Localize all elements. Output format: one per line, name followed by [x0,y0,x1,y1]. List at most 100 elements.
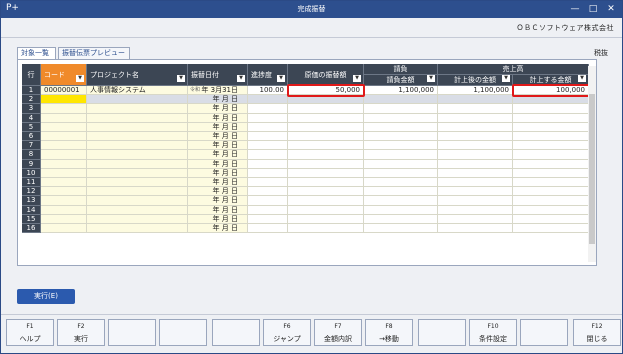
cell-progress[interactable] [248,159,288,169]
cell-project[interactable] [87,214,188,224]
cell-project[interactable] [87,205,188,215]
header-cost-transfer[interactable]: 原価の振替額 ▼ [288,64,364,86]
cell-cost[interactable] [288,159,364,169]
cell-to_post[interactable] [513,159,589,169]
cell-posted[interactable] [438,224,513,234]
cell-progress[interactable] [248,178,288,188]
dropdown-icon[interactable]: ▼ [177,75,185,82]
fkey-empty[interactable] [159,319,207,346]
cell-posted[interactable] [438,132,513,142]
cell-to_post[interactable] [513,214,589,224]
cell-code[interactable] [41,159,87,169]
cell-project[interactable] [87,141,188,151]
cell-contract[interactable] [364,196,438,206]
cell-to_post[interactable] [513,113,589,123]
cell-contract[interactable] [364,168,438,178]
cell-posted[interactable] [438,168,513,178]
fkey-f2[interactable]: F2 実行 [57,319,105,346]
cell-project[interactable] [87,178,188,188]
cell-date[interactable]: 年 月 日 [188,178,248,188]
cell-code[interactable] [41,178,87,188]
cell-cost[interactable] [288,113,364,123]
cell-project[interactable] [87,104,188,114]
cell-progress[interactable] [248,224,288,234]
cell-cost[interactable] [288,214,364,224]
cell-progress[interactable] [248,132,288,142]
cell-code[interactable] [41,187,87,197]
cell-project[interactable] [87,150,188,160]
cell-cost[interactable] [288,196,364,206]
cell-code[interactable] [41,205,87,215]
cell-contract[interactable] [364,122,438,132]
cell-to_post[interactable] [513,104,589,114]
cell-to_post[interactable] [513,187,589,197]
cell-code[interactable] [41,150,87,160]
cell-contract[interactable] [364,132,438,142]
cell-contract[interactable] [364,104,438,114]
cell-project[interactable] [87,159,188,169]
cell-to_post[interactable] [513,205,589,215]
cell-contract[interactable] [364,159,438,169]
cell-cost[interactable] [288,141,364,151]
cell-to_post[interactable] [513,168,589,178]
header-progress[interactable]: 進捗度 ▼ [248,64,288,86]
tab-target-list[interactable]: 対象一覧 [17,47,56,59]
cell-progress[interactable] [248,141,288,151]
cell-progress[interactable] [248,104,288,114]
cell-date[interactable]: 年 月 日 [188,122,248,132]
tab-voucher-preview[interactable]: 振替伝票プレビュー [58,47,130,59]
dropdown-icon[interactable]: ▼ [76,75,84,82]
cell-progress[interactable] [248,113,288,123]
cell-date[interactable]: 年 月 日 [188,196,248,206]
cell-cost[interactable] [288,168,364,178]
header-transfer-date[interactable]: 振替日付 ▼ [188,64,248,86]
cell-code[interactable] [41,113,87,123]
cell-code[interactable] [41,95,87,105]
cell-project[interactable] [87,95,188,105]
cell-code[interactable] [41,132,87,142]
cell-to_post[interactable] [513,224,589,234]
cell-contract[interactable] [364,224,438,234]
cell-date[interactable]: 年 月 日 [188,113,248,123]
dropdown-icon[interactable]: ▼ [502,75,510,82]
cell-date[interactable]: 年 月 日 [188,159,248,169]
cell-project[interactable] [87,113,188,123]
cell-to_post[interactable] [513,122,589,132]
cell-to_post[interactable] [513,141,589,151]
cell-date[interactable]: 年 月 日 [188,150,248,160]
cell-to_post[interactable] [513,178,589,188]
cell-code[interactable] [41,168,87,178]
cell-code[interactable]: 00000001 [41,86,87,96]
cell-to_post[interactable] [513,150,589,160]
fkey-empty[interactable] [418,319,466,346]
cell-posted[interactable] [438,141,513,151]
cell-to_post[interactable] [513,196,589,206]
cell-contract[interactable] [364,205,438,215]
fkey-empty[interactable] [520,319,568,346]
cell-progress[interactable] [248,95,288,105]
cell-contract[interactable] [364,141,438,151]
fkey-empty[interactable] [212,319,260,346]
cell-to_post[interactable] [513,132,589,142]
cell-project[interactable] [87,168,188,178]
run-button[interactable]: 実行(E) [17,289,75,304]
dropdown-icon[interactable]: ▼ [277,75,285,82]
cell-code[interactable] [41,122,87,132]
cell-contract[interactable] [364,113,438,123]
cell-posted[interactable] [438,159,513,169]
cell-project[interactable] [87,132,188,142]
cell-project[interactable] [87,224,188,234]
cell-posted[interactable] [438,113,513,123]
cell-project[interactable] [87,122,188,132]
cell-progress[interactable] [248,214,288,224]
cell-contract[interactable] [364,214,438,224]
cell-date[interactable]: 年 月 日 [188,95,248,105]
cell-posted[interactable] [438,214,513,224]
fkey-f7[interactable]: F7 金額内訳 [314,319,362,346]
cell-date[interactable]: 年 月 日 [188,132,248,142]
header-sales-posted[interactable]: 計上後の金額 ▼ [438,75,513,86]
fkey-f10[interactable]: F10 条件設定 [469,319,517,346]
cell-contract[interactable] [364,187,438,197]
cell-contract[interactable] [364,178,438,188]
cell-posted[interactable] [438,196,513,206]
